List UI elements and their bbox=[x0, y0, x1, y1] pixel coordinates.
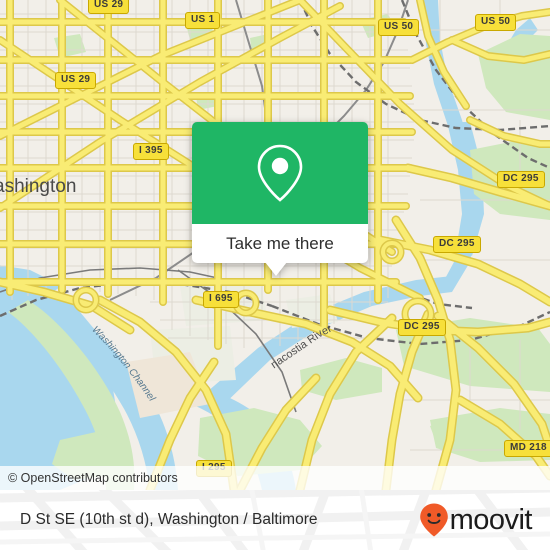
footer-location-text: D St SE (10th st d), Washington / Baltim… bbox=[20, 511, 318, 528]
map-attribution: © OpenStreetMap contributors bbox=[0, 466, 550, 490]
popup-icon-area bbox=[192, 122, 368, 224]
popup-tail bbox=[265, 262, 287, 276]
map-popup-card[interactable]: Take me there bbox=[192, 122, 368, 276]
road-shield: DC 295 bbox=[398, 319, 446, 336]
road-shield: US 50 bbox=[378, 19, 420, 36]
popup-action-area[interactable]: Take me there bbox=[192, 224, 368, 263]
road-shield: I 395 bbox=[133, 143, 169, 160]
road-shield: DC 295 bbox=[433, 236, 481, 253]
map-pin-icon bbox=[257, 144, 303, 202]
take-me-there-label: Take me there bbox=[226, 233, 334, 253]
map-city-label: ashington bbox=[0, 176, 77, 197]
road-shield: MD 218 bbox=[504, 440, 550, 457]
road-shield: US 29 bbox=[55, 72, 97, 89]
road-shield: US 50 bbox=[475, 14, 517, 31]
footer-bar: D St SE (10th st d), Washington / Baltim… bbox=[0, 490, 550, 550]
road-shield: DC 295 bbox=[497, 171, 545, 188]
moovit-wordmark: moovit bbox=[449, 503, 533, 536]
moovit-pin-icon bbox=[419, 503, 448, 537]
moovit-logo[interactable]: moovit bbox=[419, 502, 533, 538]
screenshot-root: Washington Channel nacostia River ashing… bbox=[0, 0, 550, 550]
road-shield: US 29 bbox=[88, 0, 130, 14]
road-shield: I 695 bbox=[203, 291, 239, 308]
attribution-text: © OpenStreetMap contributors bbox=[8, 471, 178, 485]
road-shield: US 1 bbox=[185, 12, 221, 29]
